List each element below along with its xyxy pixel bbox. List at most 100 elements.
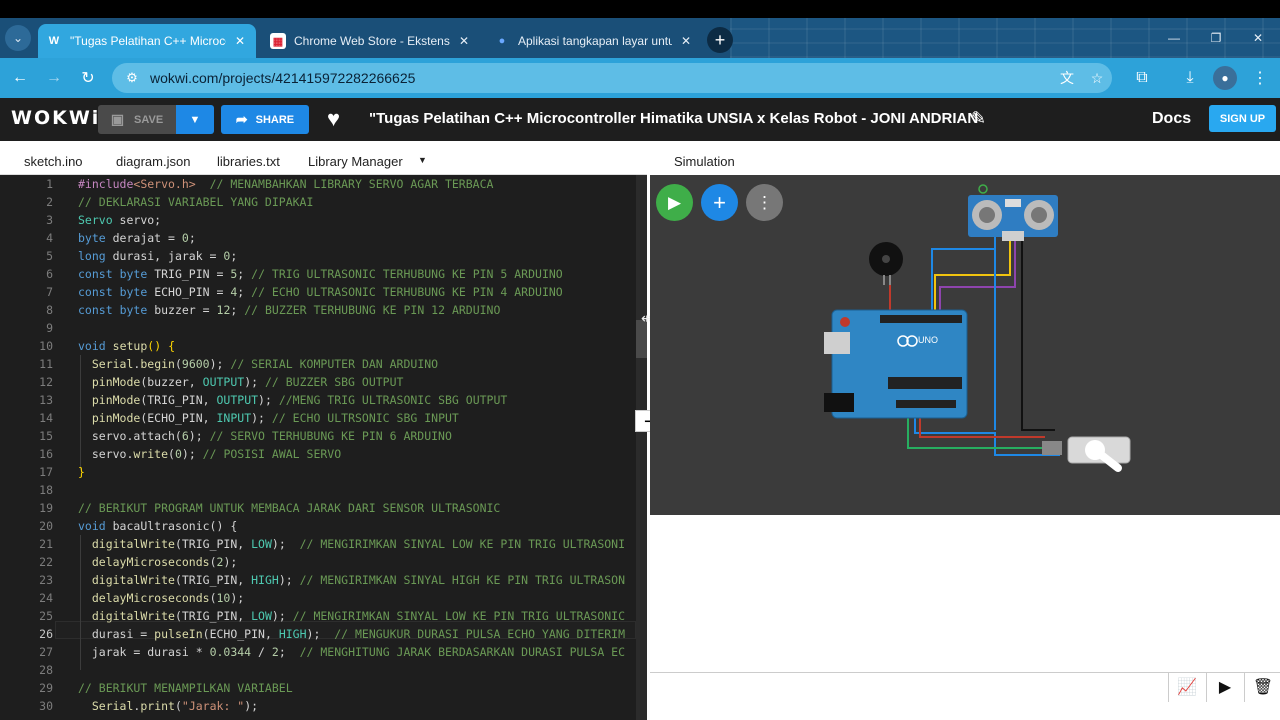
code-text[interactable]: const byte ECHO_PIN = 4; // ECHO ULTRASO… — [78, 283, 563, 301]
code-text[interactable]: delayMicroseconds(2); — [78, 553, 237, 571]
code-line[interactable]: 29 // BERIKUT MENAMPILKAN VARIABEL — [0, 679, 636, 697]
code-line[interactable]: 21 digitalWrite(TRIG_PIN, LOW); // MENGI… — [0, 535, 636, 553]
code-text[interactable]: #include<Servo.h> // MENAMBAHKAN LIBRARY… — [78, 175, 493, 193]
url-text[interactable]: wokwi.com/projects/421415972282266625 — [150, 70, 1052, 86]
project-title[interactable]: "Tugas Pelatihan C++ Microcontroller Him… — [369, 110, 978, 127]
code-line[interactable]: 24 delayMicroseconds(10); — [0, 589, 636, 607]
close-icon[interactable]: ✕ — [456, 34, 472, 48]
servo-motor[interactable] — [1042, 436, 1131, 472]
code-line[interactable]: 20 void bacaUltrasonic() { — [0, 517, 636, 535]
chart-icon[interactable]: 📈 — [1168, 672, 1205, 702]
chevron-down-icon[interactable]: ▼ — [418, 155, 427, 165]
menu-kebab-icon[interactable]: ⋮ — [1248, 66, 1272, 90]
tab-sketch-ino[interactable]: sketch.ino — [24, 154, 83, 169]
code-text[interactable]: pinMode(buzzer, OUTPUT); // BUZZER SBG O… — [78, 373, 404, 391]
code-line[interactable]: 2 // DEKLARASI VARIABEL YANG DIPAKAI — [0, 193, 636, 211]
code-text[interactable]: void bacaUltrasonic() { — [78, 517, 237, 535]
code-line[interactable]: 4 byte derajat = 0; — [0, 229, 636, 247]
code-text[interactable]: delayMicroseconds(10); — [78, 589, 244, 607]
close-icon[interactable]: ✕ — [678, 34, 694, 48]
code-line[interactable]: 3 Servo servo; — [0, 211, 636, 229]
translate-icon[interactable]: 文 — [1052, 68, 1082, 88]
code-line[interactable]: 18 — [0, 481, 636, 499]
ultrasonic-sensor[interactable] — [968, 184, 1058, 241]
code-text[interactable]: pinMode(TRIG_PIN, OUTPUT); //MENG TRIG U… — [78, 391, 507, 409]
code-text[interactable]: void setup() { — [78, 337, 175, 355]
tab-library-manager[interactable]: Library Manager — [308, 154, 403, 169]
address-bar[interactable]: ⚙ wokwi.com/projects/421415972282266625 … — [112, 63, 1112, 93]
code-line[interactable]: 27 jarak = durasi * 0.0344 / 2; // MENGH… — [0, 643, 636, 661]
code-text[interactable]: Serial.print("Jarak: "); — [78, 697, 258, 715]
code-line[interactable]: 5 long durasi, jarak = 0; — [0, 247, 636, 265]
code-line[interactable]: 11 Serial.begin(9600); // SERIAL KOMPUTE… — [0, 355, 636, 373]
maximize-button[interactable]: ❐ — [1195, 18, 1237, 58]
code-text[interactable]: byte derajat = 0; — [78, 229, 196, 247]
code-line[interactable]: 23 digitalWrite(TRIG_PIN, HIGH); // MENG… — [0, 571, 636, 589]
wokwi-logo[interactable]: WOKWi — [11, 107, 100, 129]
code-line[interactable]: 9 — [0, 319, 636, 337]
close-window-button[interactable]: ✕ — [1237, 18, 1279, 58]
tab-screenshot-app[interactable]: ● Aplikasi tangkapan layar untuk ✕ — [486, 24, 702, 58]
code-text[interactable]: } — [78, 463, 85, 481]
bookmark-star-icon[interactable]: ☆ — [1082, 70, 1112, 87]
extensions-icon[interactable]: ⧉ — [1130, 66, 1154, 90]
trash-icon[interactable]: 🗑 — [1244, 672, 1280, 702]
heart-icon[interactable]: ♥ — [327, 106, 340, 132]
code-line[interactable]: 12 pinMode(buzzer, OUTPUT); // BUZZER SB… — [0, 373, 636, 391]
code-line[interactable]: 19 // BERIKUT PROGRAM UNTUK MEMBACA JARAK… — [0, 499, 636, 517]
tab-search-icon[interactable]: ⌄ — [5, 25, 31, 51]
forward-icon[interactable]: → — [42, 66, 66, 90]
code-line[interactable]: 8 const byte buzzer = 12; // BUZZER TERHU… — [0, 301, 636, 319]
code-text[interactable]: durasi = pulseIn(ECHO_PIN, HIGH); // MEN… — [78, 625, 625, 643]
save-button[interactable]: ▣ SAVE — [98, 105, 176, 134]
code-text[interactable]: const byte TRIG_PIN = 5; // TRIG ULTRASO… — [78, 265, 563, 283]
arduino-uno[interactable]: UNO — [824, 309, 968, 419]
docs-link[interactable]: Docs — [1152, 110, 1191, 128]
code-text[interactable]: servo.write(0); // POSISI AWAL SERVO — [78, 445, 341, 463]
download-icon[interactable]: ⤓ — [1178, 66, 1202, 90]
tab-libraries-txt[interactable]: libraries.txt — [217, 154, 280, 169]
back-icon[interactable]: ← — [8, 66, 32, 90]
code-line[interactable]: 10 void setup() { — [0, 337, 636, 355]
code-text[interactable]: Serial.begin(9600); // SERIAL KOMPUTER D… — [78, 355, 438, 373]
profile-avatar[interactable]: ● — [1213, 66, 1237, 90]
close-icon[interactable]: ✕ — [232, 34, 248, 48]
new-tab-button[interactable]: + — [707, 27, 733, 53]
code-text[interactable]: Servo servo; — [78, 211, 161, 229]
tab-diagram-json[interactable]: diagram.json — [116, 154, 190, 169]
pencil-icon[interactable]: ✎ — [971, 108, 986, 129]
sign-up-button[interactable]: SIGN UP — [1209, 105, 1276, 132]
code-text[interactable]: digitalWrite(TRIG_PIN, HIGH); // MENGIRI… — [78, 571, 625, 589]
code-text[interactable]: digitalWrite(TRIG_PIN, LOW); // MENGIRIM… — [78, 535, 625, 553]
code-line[interactable]: 22 delayMicroseconds(2); — [0, 553, 636, 571]
code-text[interactable]: servo.attach(6); // SERVO TERHUBUNG KE P… — [78, 427, 452, 445]
code-line[interactable]: 6 const byte TRIG_PIN = 5; // TRIG ULTRAS… — [0, 265, 636, 283]
code-line[interactable]: 17} — [0, 463, 636, 481]
code-line[interactable]: 7 const byte ECHO_PIN = 4; // ECHO ULTRAS… — [0, 283, 636, 301]
code-text[interactable]: // BERIKUT MENAMPILKAN VARIABEL — [78, 679, 293, 697]
reload-icon[interactable]: ↻ — [76, 66, 100, 90]
share-button[interactable]: ➦ SHARE — [221, 105, 309, 134]
tab-wokwi[interactable]: W "Tugas Pelatihan C++ Microco ✕ — [38, 24, 256, 58]
code-line[interactable]: 16 servo.write(0); // POSISI AWAL SERVO — [0, 445, 636, 463]
code-text[interactable]: long durasi, jarak = 0; — [78, 247, 237, 265]
code-line[interactable]: 28 — [0, 661, 636, 679]
site-info-icon[interactable]: ⚙ — [118, 70, 146, 86]
buzzer[interactable] — [869, 242, 903, 285]
simulation-canvas[interactable]: ▶ + ⋮ UNO — [650, 175, 1280, 515]
code-text[interactable]: // BERIKUT PROGRAM UNTUK MEMBACA JARAK D… — [78, 499, 500, 517]
code-line[interactable]: 26 durasi = pulseIn(ECHO_PIN, HIGH); // … — [0, 625, 636, 643]
code-text[interactable]: jarak = durasi * 0.0344 / 2; // MENGHITU… — [78, 643, 625, 661]
minimize-button[interactable]: — — [1153, 18, 1195, 58]
code-text[interactable]: // DEKLARASI VARIABEL YANG DIPAKAI — [78, 193, 313, 211]
code-line[interactable]: 14 pinMode(ECHO_PIN, INPUT); // ECHO ULT… — [0, 409, 636, 427]
code-line[interactable]: 25 digitalWrite(TRIG_PIN, LOW); // MENGI… — [0, 607, 636, 625]
play-icon[interactable]: ▶ — [1206, 672, 1243, 702]
code-line[interactable]: 15 servo.attach(6); // SERVO TERHUBUNG K… — [0, 427, 636, 445]
save-options-button[interactable]: ▼ — [176, 105, 214, 134]
code-text[interactable]: digitalWrite(TRIG_PIN, LOW); // MENGIRIM… — [78, 607, 625, 625]
tab-chrome-web-store[interactable]: ▦ Chrome Web Store - Ekstensi ✕ — [262, 24, 480, 58]
code-text[interactable]: const byte buzzer = 12; // BUZZER TERHUB… — [78, 301, 500, 319]
code-editor[interactable]: 1 #include<Servo.h> // MENAMBAHKAN LIBRAR… — [0, 175, 636, 720]
editor-scrollbar[interactable] — [636, 175, 647, 720]
